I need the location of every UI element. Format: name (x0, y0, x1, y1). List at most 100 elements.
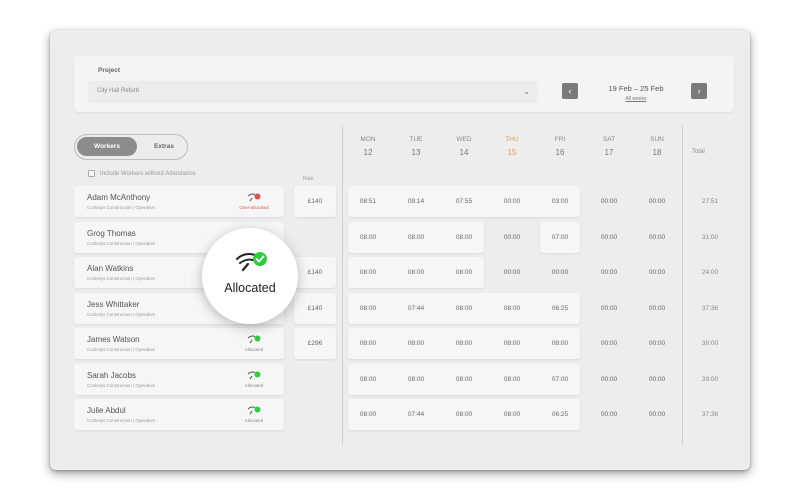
worker-row[interactable]: Julie Abdul Conkslys Construction | Opera… (74, 399, 284, 430)
worker-company: Conkslys Construction | Operative (87, 418, 155, 423)
time-cell[interactable]: 07:00 (540, 234, 580, 241)
time-cell[interactable]: 08:00 (348, 340, 388, 347)
all-weeks-link[interactable]: All weeks (586, 96, 686, 102)
time-cell[interactable]: 08:00 (348, 234, 388, 241)
time-cell[interactable]: 00:00 (589, 376, 629, 383)
worker-name: Adam McAnthony (87, 193, 151, 202)
date-range: 19 Feb – 25 Feb (608, 84, 664, 93)
time-cell[interactable]: 00:00 (589, 411, 629, 418)
day-number: 14 (459, 148, 469, 157)
day-header-mon: MON 12 (348, 136, 388, 157)
day-number: 12 (363, 148, 373, 157)
project-label: Project (98, 67, 121, 74)
time-cell[interactable]: 00:00 (637, 376, 677, 383)
day-header-wed: WED 14 (444, 136, 484, 157)
time-cell[interactable]: 00:00 (637, 340, 677, 347)
time-cell[interactable]: 07:55 (444, 198, 484, 205)
time-cell[interactable]: 08:00 (444, 269, 484, 276)
time-cell[interactable]: 08:00 (396, 340, 436, 347)
rate-cell[interactable]: £140 (294, 292, 336, 324)
time-cell[interactable]: 00:00 (637, 234, 677, 241)
time-cell[interactable]: 00:00 (637, 411, 677, 418)
allocated-icon (234, 370, 274, 383)
time-cell[interactable]: 06:25 (540, 305, 580, 312)
time-cell[interactable]: 09:14 (396, 198, 436, 205)
status-label: Allocated (244, 382, 264, 388)
day-name: SAT (602, 136, 616, 143)
day-name: MON (360, 136, 376, 143)
worker-row[interactable]: Adam McAnthony Conkslys Construction | Op… (74, 186, 284, 217)
status-badge: Allocated (234, 405, 274, 423)
time-cell[interactable]: 08:00 (348, 305, 388, 312)
time-cell[interactable]: 08:51 (348, 198, 388, 205)
time-cell[interactable]: 08:00 (396, 269, 436, 276)
time-cell[interactable]: 03:00 (540, 198, 580, 205)
next-week-button[interactable]: › (691, 83, 707, 99)
day-header-thu: THU 15 (492, 136, 532, 157)
worker-company: Conkslys Construction | Operative (87, 382, 155, 388)
time-cell[interactable]: 00:00 (637, 305, 677, 312)
time-cell[interactable]: 00:00 (492, 234, 532, 241)
time-cell[interactable]: 00:00 (637, 269, 677, 276)
time-cell[interactable]: 08:00 (396, 376, 436, 383)
time-cell[interactable]: 07:44 (396, 411, 436, 418)
allocated-icon (236, 252, 267, 272)
time-cell[interactable]: 00:00 (589, 269, 629, 276)
prev-week-button[interactable]: ‹ (562, 83, 578, 99)
allocated-icon (234, 334, 274, 347)
worker-name: Sarah Jacobs (87, 370, 136, 380)
day-number: 13 (411, 148, 421, 157)
total-cell: 39:00 (701, 340, 719, 347)
include-workers-checkbox[interactable] (88, 170, 95, 177)
rate-cell[interactable]: £140 (294, 186, 336, 217)
time-cell[interactable]: 08:00 (396, 234, 436, 241)
divider-right (682, 125, 683, 445)
day-name: TUE (409, 136, 423, 143)
time-cell[interactable]: 00:00 (589, 234, 629, 241)
time-cell[interactable]: 07:00 (540, 376, 580, 383)
day-header-tue: TUE 13 (396, 136, 436, 157)
tab-extras[interactable]: Extras (145, 137, 183, 156)
time-cell[interactable]: 00:00 (589, 198, 629, 205)
total-cell: 31:00 (701, 233, 719, 241)
time-cell[interactable]: 00:00 (589, 305, 629, 312)
rate-cell[interactable]: £296 (294, 328, 336, 359)
worker-name: Julie Abdul (87, 406, 126, 415)
time-cell[interactable]: 08:00 (444, 411, 484, 418)
time-cell[interactable]: 00:00 (492, 198, 532, 205)
project-select[interactable]: City Hall Refurb ⌄ (88, 81, 538, 103)
tab-workers[interactable]: Workers (77, 137, 137, 156)
time-cell[interactable]: 06:25 (540, 411, 580, 418)
include-workers-label: Include Workers without Attendance (100, 170, 196, 177)
time-cell[interactable]: 08:00 (492, 376, 532, 383)
time-cell[interactable]: 08:00 (444, 376, 484, 383)
time-cell[interactable]: 00:00 (589, 340, 629, 347)
project-bar: Project City Hall Refurb ⌄ ‹ 19 Feb – 25… (74, 56, 734, 112)
time-cell[interactable]: 08:00 (348, 269, 388, 276)
day-name: FRI (554, 136, 566, 143)
worker-name: James Watson (87, 335, 140, 344)
time-cell[interactable]: 07:44 (396, 305, 436, 312)
time-cell[interactable]: 00:00 (492, 269, 532, 276)
time-cell[interactable]: 08:00 (492, 340, 532, 347)
time-cell[interactable]: 08:00 (348, 376, 388, 383)
time-cell[interactable]: 08:00 (444, 340, 484, 347)
include-workers-option: Include Workers without Attendance (88, 170, 196, 177)
time-cell[interactable]: 08:00 (444, 234, 484, 241)
rate-header: Rate (303, 176, 314, 182)
time-cell[interactable]: 08:00 (444, 305, 484, 312)
time-cell[interactable]: 00:00 (637, 198, 677, 205)
worker-row[interactable]: Sarah Jacobs Conkslys Construction | Oper… (74, 363, 284, 395)
status-label: Over-allocated (239, 205, 269, 210)
time-cell[interactable]: 08:00 (492, 411, 532, 418)
time-cell[interactable]: 08:00 (348, 411, 388, 418)
time-cell[interactable]: 08:00 (540, 340, 580, 347)
total-cell: 27:51 (701, 198, 719, 205)
total-cell: 39:00 (701, 375, 719, 383)
worker-row[interactable]: James Watson Conkslys Construction | Oper… (74, 328, 284, 359)
status-label: Allocated (244, 347, 264, 352)
worker-name: Grog Thomas (87, 228, 136, 238)
rate-cell[interactable]: £140 (294, 257, 336, 288)
time-cell[interactable]: 08:00 (492, 305, 532, 312)
time-cell[interactable]: 00:00 (540, 269, 580, 276)
